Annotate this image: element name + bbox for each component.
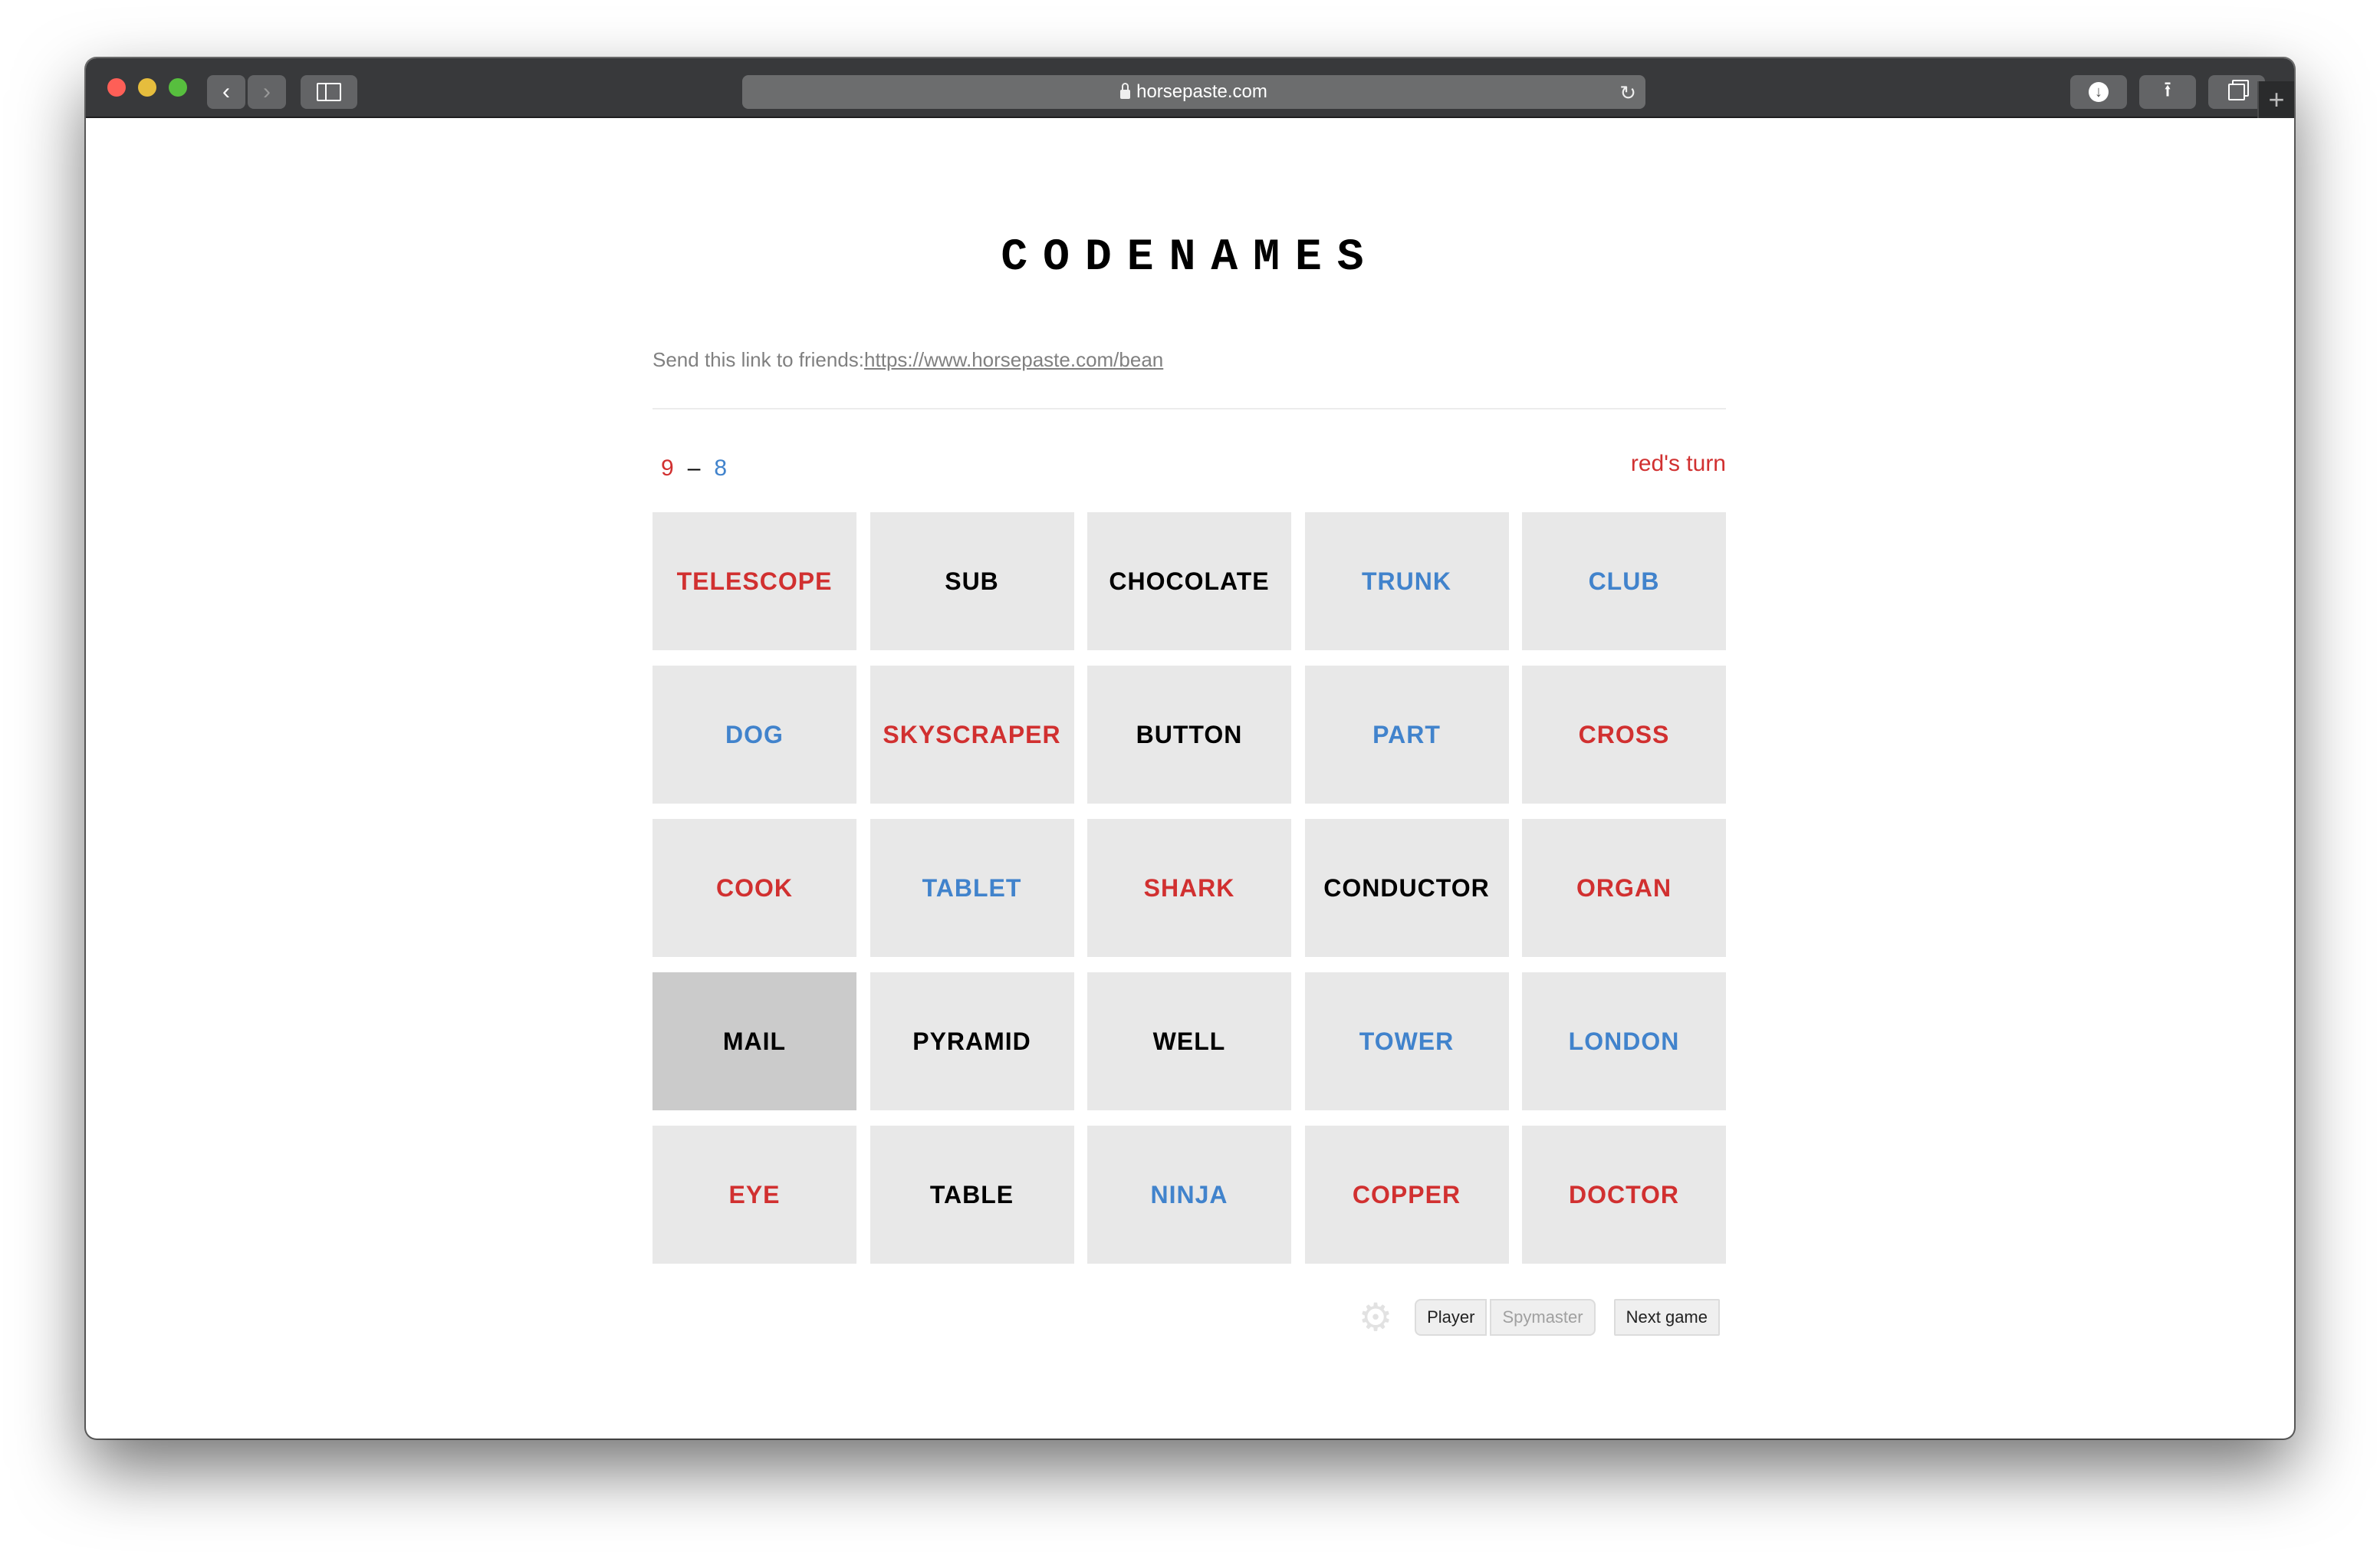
- word-card[interactable]: BUTTON: [1087, 666, 1291, 804]
- word-card[interactable]: PYRAMID: [869, 972, 1074, 1110]
- download-button[interactable]: ↓: [2070, 75, 2127, 109]
- word-card[interactable]: ORGAN: [1522, 819, 1726, 957]
- word-card[interactable]: TELESCOPE: [653, 512, 856, 650]
- share-button[interactable]: ⭱: [2139, 75, 2196, 109]
- score: 9–8: [661, 455, 727, 482]
- download-icon: ↓: [2089, 82, 2109, 102]
- forward-button[interactable]: ›: [248, 75, 286, 109]
- chevron-right-icon: ›: [263, 79, 271, 104]
- tabs-button[interactable]: [2208, 75, 2265, 109]
- new-tab-button[interactable]: +: [2257, 81, 2294, 118]
- share-link-row: Send this link to friends:https://www.ho…: [653, 348, 1163, 372]
- word-card[interactable]: PART: [1304, 666, 1509, 804]
- word-card[interactable]: CROSS: [1522, 666, 1726, 804]
- page-content: CODENAMES Send this link to friends:http…: [86, 118, 2294, 1439]
- word-card[interactable]: DOG: [653, 666, 856, 804]
- sidebar-button[interactable]: [301, 75, 357, 109]
- word-card[interactable]: CONDUCTOR: [1304, 819, 1509, 957]
- lock-icon: [1120, 83, 1131, 99]
- share-icon: ⭱: [2164, 77, 2171, 101]
- word-card[interactable]: CLUB: [1522, 512, 1726, 650]
- zoom-window-button[interactable]: [169, 78, 187, 97]
- player-button[interactable]: Player: [1415, 1299, 1488, 1336]
- gear-icon[interactable]: ⚙: [1358, 1298, 1393, 1337]
- page-title: CODENAMES: [1001, 233, 1379, 283]
- minimize-window-button[interactable]: [138, 78, 156, 97]
- word-card[interactable]: WELL: [1087, 972, 1291, 1110]
- word-card[interactable]: COPPER: [1304, 1126, 1509, 1264]
- close-window-button[interactable]: [107, 78, 126, 97]
- footer-controls: ⚙ Player Spymaster Next game: [1358, 1298, 1720, 1337]
- url-text: horsepaste.com: [1136, 81, 1267, 102]
- share-link[interactable]: https://www.horsepaste.com/bean: [864, 348, 1163, 371]
- turn-indicator: red's turn: [1630, 451, 1726, 476]
- word-card[interactable]: LONDON: [1522, 972, 1726, 1110]
- tabs-icon: [2228, 84, 2245, 100]
- word-card[interactable]: SUB: [869, 512, 1074, 650]
- word-card[interactable]: CHOCOLATE: [1087, 512, 1291, 650]
- plus-icon: +: [2268, 84, 2285, 115]
- score-separator: –: [687, 455, 701, 481]
- game-board: TELESCOPE SUB CHOCOLATE TRUNK CLUB DOG SKYSCRA…: [653, 512, 1726, 1264]
- share-prefix: Send this link to friends:: [653, 348, 865, 371]
- word-card[interactable]: NINJA: [1087, 1126, 1291, 1264]
- divider: [653, 408, 1726, 409]
- reload-icon[interactable]: ↻: [1619, 81, 1636, 105]
- word-card[interactable]: SKYSCRAPER: [869, 666, 1074, 804]
- title-bar: ‹ › horsepaste.com ↻ ↓ ⭱ +: [86, 58, 2294, 118]
- word-card[interactable]: SHARK: [1087, 819, 1291, 957]
- word-card[interactable]: MAIL: [653, 972, 856, 1110]
- browser-window: ‹ › horsepaste.com ↻ ↓ ⭱ + CODENAMES Sen…: [86, 58, 2294, 1439]
- blue-score: 8: [714, 455, 728, 481]
- spymaster-button[interactable]: Spymaster: [1490, 1299, 1596, 1336]
- chevron-left-icon: ‹: [222, 79, 230, 104]
- next-game-button[interactable]: Next game: [1613, 1299, 1720, 1336]
- word-card[interactable]: COOK: [653, 819, 856, 957]
- word-card[interactable]: EYE: [653, 1126, 856, 1264]
- red-score: 9: [661, 455, 674, 481]
- word-card[interactable]: DOCTOR: [1522, 1126, 1726, 1264]
- word-card[interactable]: TOWER: [1304, 972, 1509, 1110]
- word-card[interactable]: TRUNK: [1304, 512, 1509, 650]
- sidebar-icon: [317, 83, 341, 101]
- back-button[interactable]: ‹: [207, 75, 245, 109]
- word-card[interactable]: TABLET: [869, 819, 1074, 957]
- word-card[interactable]: TABLE: [869, 1126, 1074, 1264]
- address-bar[interactable]: horsepaste.com ↻: [742, 75, 1645, 109]
